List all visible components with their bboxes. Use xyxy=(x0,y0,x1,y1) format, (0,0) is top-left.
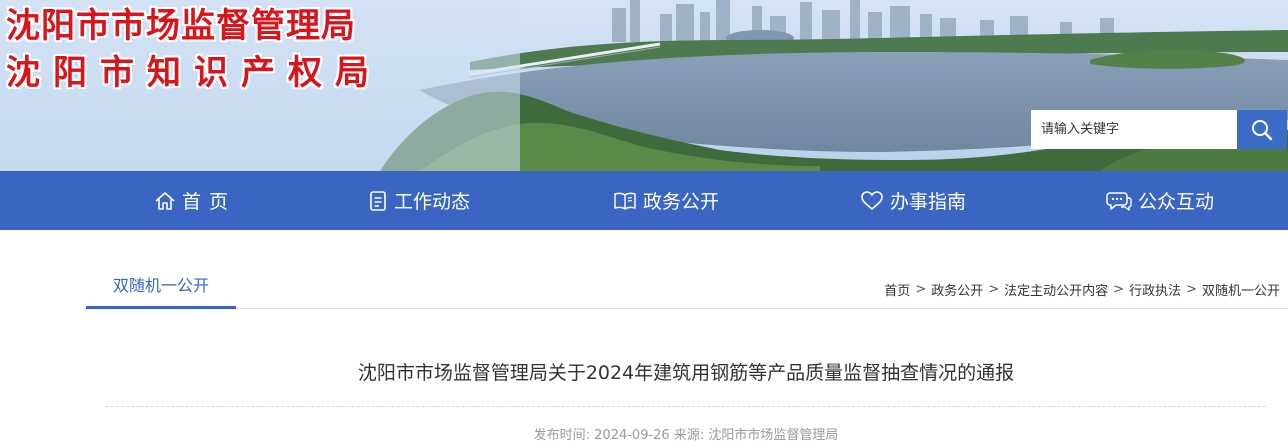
nav-item-public-interaction[interactable]: 公众互动 xyxy=(1106,171,1214,230)
site-title-line2: 沈阳市知识产权局 xyxy=(6,53,382,93)
book-icon xyxy=(614,192,636,210)
breadcrumb-item-double-random[interactable]: 双随机一公开 xyxy=(1202,280,1280,299)
section-tab-double-random[interactable]: 双随机一公开 xyxy=(86,272,236,309)
search-button[interactable] xyxy=(1237,110,1287,149)
home-icon xyxy=(155,191,175,210)
breadcrumb-separator: > xyxy=(988,282,1000,297)
breadcrumb-separator: > xyxy=(1113,282,1125,297)
nav-item-label: 公众互动 xyxy=(1138,191,1215,213)
nav-item-label: 办事指南 xyxy=(890,191,967,213)
chat-icon xyxy=(1106,191,1132,211)
search-input[interactable] xyxy=(1031,110,1237,149)
article-title: 沈阳市市场监督管理局关于2024年建筑用钢筋等产品质量监督抽查情况的通报 xyxy=(357,362,1015,384)
breadcrumb-separator: > xyxy=(1186,282,1197,297)
breadcrumb-item-government-affairs[interactable]: 政务公开 xyxy=(931,280,983,299)
breadcrumb: 首页 > 政务公开 > 法定主动公开内容 > 行政执法 > 双随机一公开 xyxy=(884,280,1280,299)
nav-item-work-news[interactable]: 工作动态 xyxy=(368,171,470,230)
main-nav: 首页 工作动态 政务公开 办事指南 公众互动 xyxy=(0,171,1288,230)
nav-item-service-guide[interactable]: 办事指南 xyxy=(860,171,966,230)
title-divider xyxy=(106,406,1266,407)
article-meta: 发布时间: 2024-09-26 来源: 沈阳市市场监督管理局 xyxy=(533,428,839,443)
nav-item-government-affairs[interactable]: 政务公开 xyxy=(613,171,719,230)
section-divider xyxy=(86,308,1288,309)
search-icon xyxy=(1252,119,1273,140)
header-banner: 沈阳市市场监督管理局 沈阳市知识产权局 xyxy=(0,0,1288,171)
breadcrumb-item-statutory-content[interactable]: 法定主动公开内容 xyxy=(1004,280,1108,299)
breadcrumb-item-home[interactable]: 首页 xyxy=(884,280,910,299)
nav-item-home[interactable]: 首页 xyxy=(154,171,236,230)
site-title-line1: 沈阳市市场监督管理局 xyxy=(6,6,356,46)
document-icon xyxy=(370,190,386,211)
heart-icon xyxy=(861,190,883,210)
nav-item-label: 首页 xyxy=(182,191,237,213)
nav-item-label: 政务公开 xyxy=(643,191,720,213)
breadcrumb-item-law-enforcement[interactable]: 行政执法 xyxy=(1129,280,1181,299)
breadcrumb-separator: > xyxy=(915,282,927,297)
section-tab-label: 双随机一公开 xyxy=(112,276,209,295)
nav-item-label: 工作动态 xyxy=(394,191,471,213)
